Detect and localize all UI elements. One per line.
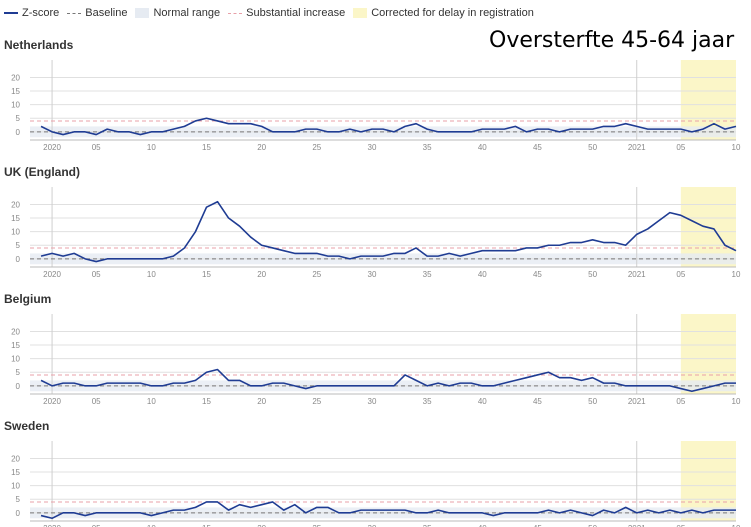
x-tick-label-netherlands: 45: [533, 143, 542, 152]
x-tick-label-belgium: 50: [588, 397, 597, 406]
y-tick-label-uk-england: 20: [11, 200, 20, 209]
x-tick-label-netherlands: 40: [478, 143, 487, 152]
x-tick-label-uk-england: 10: [147, 270, 156, 279]
legend-corrected-label: Corrected for delay in registration: [371, 7, 534, 19]
x-tick-label-uk-england: 35: [423, 270, 432, 279]
y-tick-label-uk-england: 5: [16, 241, 21, 250]
y-tick-label-netherlands: 0: [16, 128, 21, 137]
y-tick-label-belgium: 10: [11, 355, 20, 364]
y-tick-label-uk-england: 15: [11, 214, 20, 223]
legend: Z-score Baseline Normal range Substantia…: [4, 6, 542, 20]
y-tick-label-netherlands: 20: [11, 73, 20, 82]
x-tick-label-uk-england: 25: [312, 270, 321, 279]
chart-netherlands: 051015202020 05 10 15 20 25 30 35 40 45 50 2021 05 10: [11, 60, 741, 152]
panel-title-sweden: Sweden: [4, 419, 50, 433]
substantial-increase-swatch-icon: [228, 12, 243, 14]
x-tick-label-uk-england: 10: [732, 270, 741, 279]
legend-normal-range[interactable]: Normal range: [135, 7, 220, 19]
y-tick-label-netherlands: 15: [11, 87, 20, 96]
x-tick-label-netherlands: 15: [202, 143, 211, 152]
y-tick-label-sweden: 5: [16, 495, 21, 504]
x-tick-label-netherlands: 2020: [43, 143, 61, 152]
x-tick-label-netherlands: 35: [423, 143, 432, 152]
x-tick-label-netherlands: 2021: [628, 143, 646, 152]
y-tick-label-belgium: 15: [11, 341, 20, 350]
y-tick-label-sweden: 20: [11, 454, 20, 463]
x-tick-label-netherlands: 25: [312, 143, 321, 152]
zscore-swatch-icon: [4, 12, 18, 14]
x-tick-label-netherlands: 10: [147, 143, 156, 152]
x-tick-label-belgium: 15: [202, 397, 211, 406]
corrected-swatch-icon: [353, 8, 368, 18]
panel-title-uk: UK (England): [4, 165, 80, 179]
y-tick-label-belgium: 20: [11, 327, 20, 336]
x-tick-label-netherlands: 20: [257, 143, 266, 152]
x-tick-label-netherlands: 05: [92, 143, 101, 152]
x-tick-label-uk-england: 45: [533, 270, 542, 279]
x-tick-label-uk-england: 2020: [43, 270, 61, 279]
legend-baseline[interactable]: Baseline: [67, 7, 127, 19]
legend-substantial-increase-label: Substantial increase: [246, 7, 346, 19]
panel-title-netherlands: Netherlands: [4, 38, 74, 52]
baseline-swatch-icon: [67, 12, 82, 14]
x-tick-label-belgium: 10: [147, 397, 156, 406]
x-tick-label-belgium: 35: [423, 397, 432, 406]
chart-belgium: 051015202020 05 10 15 20 25 30 35 40 45 50 2021 05 10: [11, 314, 741, 406]
y-tick-label-netherlands: 10: [11, 101, 20, 110]
x-tick-label-uk-england: 2021: [628, 270, 646, 279]
legend-baseline-label: Baseline: [85, 7, 128, 19]
x-tick-label-belgium: 2020: [43, 397, 61, 406]
chart-sweden: 0510152020200510152025303540455020210510: [11, 441, 741, 527]
y-tick-label-uk-england: 0: [16, 255, 21, 264]
x-tick-label-belgium: 30: [368, 397, 377, 406]
x-tick-label-netherlands: 05: [676, 143, 685, 152]
legend-substantial-increase[interactable]: Substantial increase: [228, 7, 345, 19]
x-tick-label-netherlands: 30: [368, 143, 377, 152]
page-title: Oversterfte 45-64 jaar: [489, 28, 735, 53]
x-tick-label-belgium: 20: [257, 397, 266, 406]
y-tick-label-belgium: 0: [16, 382, 21, 391]
x-tick-label-belgium: 40: [478, 397, 487, 406]
chart-uk-england: 051015202020 05 10 15 20 25 30 35 40 45 50 2021 05 10: [11, 187, 741, 279]
legend-corrected[interactable]: Corrected for delay in registration: [353, 7, 534, 19]
legend-zscore[interactable]: Z-score: [4, 7, 59, 19]
legend-zscore-label: Z-score: [22, 7, 60, 19]
x-tick-label-belgium: 05: [676, 397, 685, 406]
y-tick-label-uk-england: 10: [11, 228, 20, 237]
x-tick-label-uk-england: 50: [588, 270, 597, 279]
y-tick-label-sweden: 15: [11, 468, 20, 477]
x-tick-label-uk-england: 15: [202, 270, 211, 279]
y-tick-label-sweden: 0: [16, 509, 21, 518]
x-tick-label-uk-england: 30: [368, 270, 377, 279]
x-tick-label-uk-england: 40: [478, 270, 487, 279]
x-tick-label-uk-england: 05: [92, 270, 101, 279]
legend-normal-range-label: Normal range: [153, 7, 221, 19]
normal-range-swatch-icon: [135, 8, 150, 18]
x-tick-label-uk-england: 20: [257, 270, 266, 279]
x-tick-label-belgium: 05: [92, 397, 101, 406]
x-tick-label-belgium: 45: [533, 397, 542, 406]
y-tick-label-netherlands: 5: [16, 114, 21, 123]
x-tick-label-belgium: 2021: [628, 397, 646, 406]
y-tick-label-belgium: 5: [16, 368, 21, 377]
x-tick-label-belgium: 10: [732, 397, 741, 406]
x-tick-label-netherlands: 10: [732, 143, 741, 152]
x-tick-label-belgium: 25: [312, 397, 321, 406]
panel-title-belgium: Belgium: [4, 292, 52, 306]
y-tick-label-sweden: 10: [11, 482, 20, 491]
x-tick-label-uk-england: 05: [676, 270, 685, 279]
x-tick-label-netherlands: 50: [588, 143, 597, 152]
